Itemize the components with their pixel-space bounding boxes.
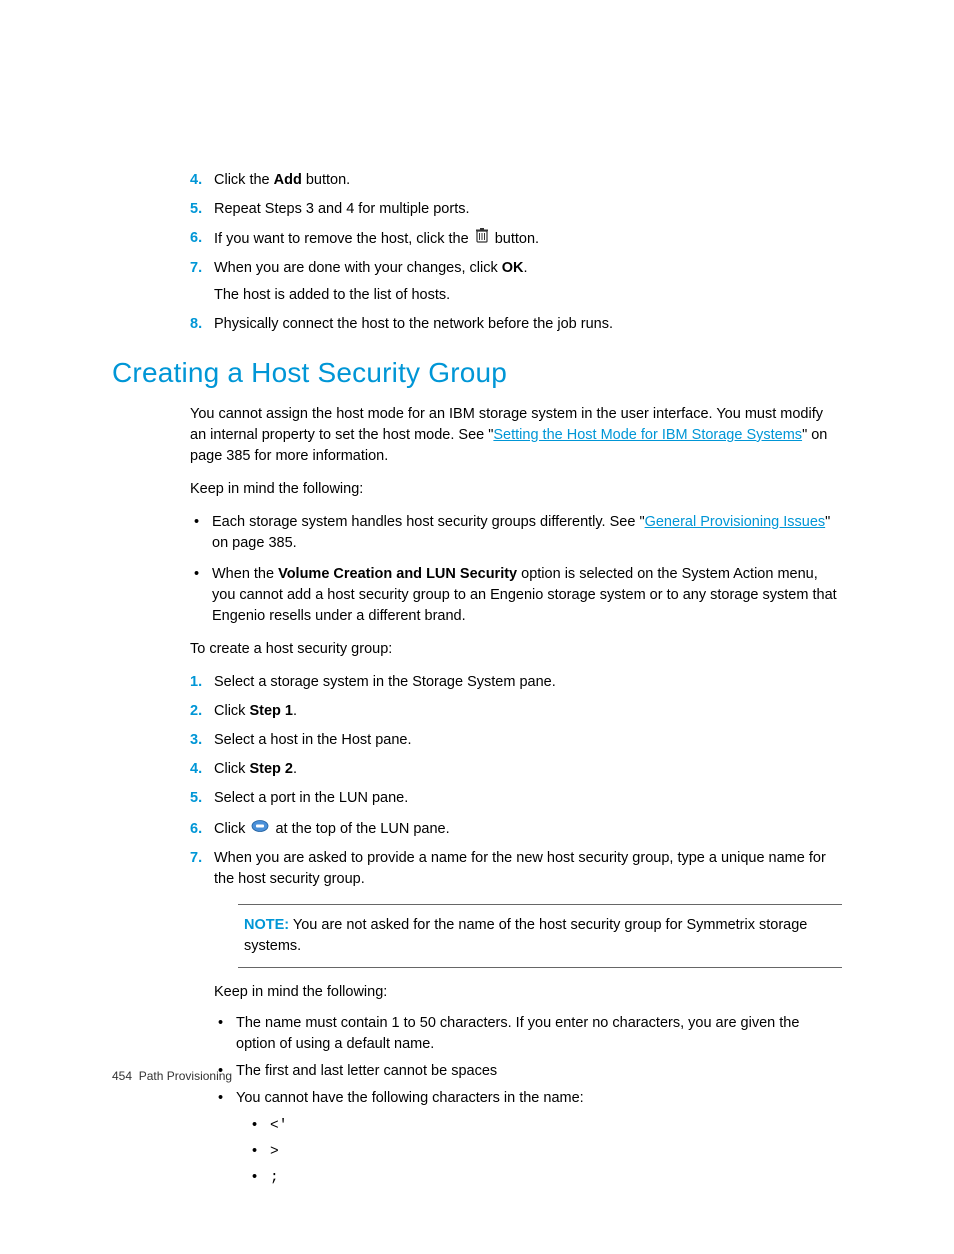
link-host-mode[interactable]: Setting the Host Mode for IBM Storage Sy… (493, 427, 802, 443)
upper-steps-list: 4. Click the Add button. 5. Repeat Steps… (190, 170, 842, 335)
step-b5: 5. Select a port in the LUN pane. (190, 788, 842, 809)
step-text: When you are done with your changes, cli… (214, 260, 528, 276)
step-text: If you want to remove the host, click th… (214, 231, 539, 247)
step-number: 7. (190, 848, 202, 869)
step-b1: 1. Select a storage system in the Storag… (190, 672, 842, 693)
intro-paragraph: You cannot assign the host mode for an I… (190, 404, 842, 467)
step-7: 7. When you are done with your changes, … (190, 258, 842, 306)
step-text: Select a host in the Host pane. (214, 732, 412, 748)
step-text: Click Step 1. (214, 703, 297, 719)
step-text: Select a port in the LUN pane. (214, 790, 408, 806)
lower-steps-list: 1. Select a storage system in the Storag… (190, 672, 842, 1190)
to-create-label: To create a host security group: (190, 639, 842, 660)
list-item: <' (248, 1115, 842, 1137)
note-box: NOTE: You are not asked for the name of … (238, 904, 842, 968)
step-number: 4. (190, 759, 202, 780)
note-text: You are not asked for the name of the ho… (244, 917, 807, 954)
step-5: 5. Repeat Steps 3 and 4 for multiple por… (190, 199, 842, 220)
step-6: 6. If you want to remove the host, click… (190, 228, 842, 250)
step-number: 3. (190, 730, 202, 751)
list-item: The name must contain 1 to 50 characters… (214, 1013, 842, 1055)
step-subtext: The host is added to the list of hosts. (214, 285, 842, 306)
step-number: 7. (190, 258, 202, 279)
trash-icon (475, 228, 489, 250)
step-4: 4. Click the Add button. (190, 170, 842, 191)
step-number: 6. (190, 819, 202, 840)
step-b2: 2. Click Step 1. (190, 701, 842, 722)
step-b4: 4. Click Step 2. (190, 759, 842, 780)
step-b3: 3. Select a host in the Host pane. (190, 730, 842, 751)
step-text: Repeat Steps 3 and 4 for multiple ports. (214, 201, 470, 217)
step-text: Click at the top of the LUN pane. (214, 821, 450, 837)
char-list: <' > ; (248, 1115, 842, 1189)
list-item: Each storage system handles host securit… (190, 512, 842, 554)
step-number: 5. (190, 199, 202, 220)
new-group-icon (251, 819, 269, 840)
page-footer: 454 Path Provisioning (112, 1068, 232, 1085)
footer-title: Path Provisioning (139, 1069, 232, 1083)
step-number: 2. (190, 701, 202, 722)
step-text: Select a storage system in the Storage S… (214, 674, 556, 690)
step-number: 4. (190, 170, 202, 191)
step-text: Click the Add button. (214, 172, 350, 188)
step-number: 1. (190, 672, 202, 693)
list-item: ; (248, 1167, 842, 1189)
page-number: 454 (112, 1069, 132, 1083)
step-number: 8. (190, 314, 202, 335)
step-text: When you are asked to provide a name for… (214, 850, 826, 887)
keep-in-mind-2: Keep in mind the following: (214, 982, 842, 1003)
step-b6: 6. Click at the top of the LUN pane. (190, 819, 842, 840)
step-text: Physically connect the host to the netwo… (214, 316, 613, 332)
step-b7: 7. When you are asked to provide a name … (190, 848, 842, 1189)
note-label: NOTE: (244, 917, 289, 933)
step-number: 6. (190, 228, 202, 249)
section-heading: Creating a Host Security Group (112, 353, 842, 394)
bullet-list-2: The name must contain 1 to 50 characters… (214, 1013, 842, 1189)
step-text: Click Step 2. (214, 761, 297, 777)
keep-in-mind-label: Keep in mind the following: (190, 479, 842, 500)
bullet-list-1: Each storage system handles host securit… (190, 512, 842, 627)
step-number: 5. (190, 788, 202, 809)
list-item: When the Volume Creation and LUN Securit… (190, 564, 842, 627)
list-item: You cannot have the following characters… (214, 1088, 842, 1189)
link-provisioning-issues[interactable]: General Provisioning Issues (645, 514, 826, 530)
step-8: 8. Physically connect the host to the ne… (190, 314, 842, 335)
list-item: > (248, 1141, 842, 1163)
list-item: The first and last letter cannot be spac… (214, 1061, 842, 1082)
